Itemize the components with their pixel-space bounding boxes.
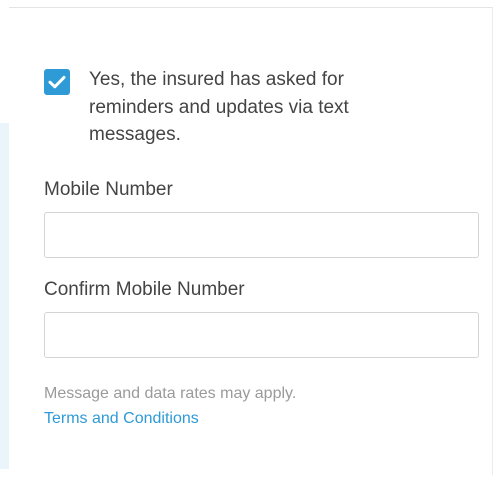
left-accent-strip — [0, 123, 9, 469]
message-rates-note: Message and data rates may apply. — [44, 385, 297, 402]
sms-consent-card: Yes, the insured has asked for reminders… — [9, 7, 493, 475]
confirm-mobile-number-input[interactable] — [44, 312, 479, 358]
confirm-mobile-number-label: Confirm Mobile Number — [44, 279, 245, 300]
sms-consent-checkbox[interactable] — [44, 69, 70, 95]
sms-consent-label: Yes, the insured has asked for reminders… — [89, 69, 349, 145]
page: Yes, the insured has asked for reminders… — [0, 0, 499, 483]
mobile-number-input[interactable] — [44, 212, 479, 258]
mobile-number-label: Mobile Number — [44, 179, 173, 200]
checkmark-icon — [48, 75, 66, 89]
sms-consent-row: Yes, the insured has asked for reminders… — [44, 66, 464, 149]
terms-and-conditions-link[interactable]: Terms and Conditions — [44, 409, 199, 429]
